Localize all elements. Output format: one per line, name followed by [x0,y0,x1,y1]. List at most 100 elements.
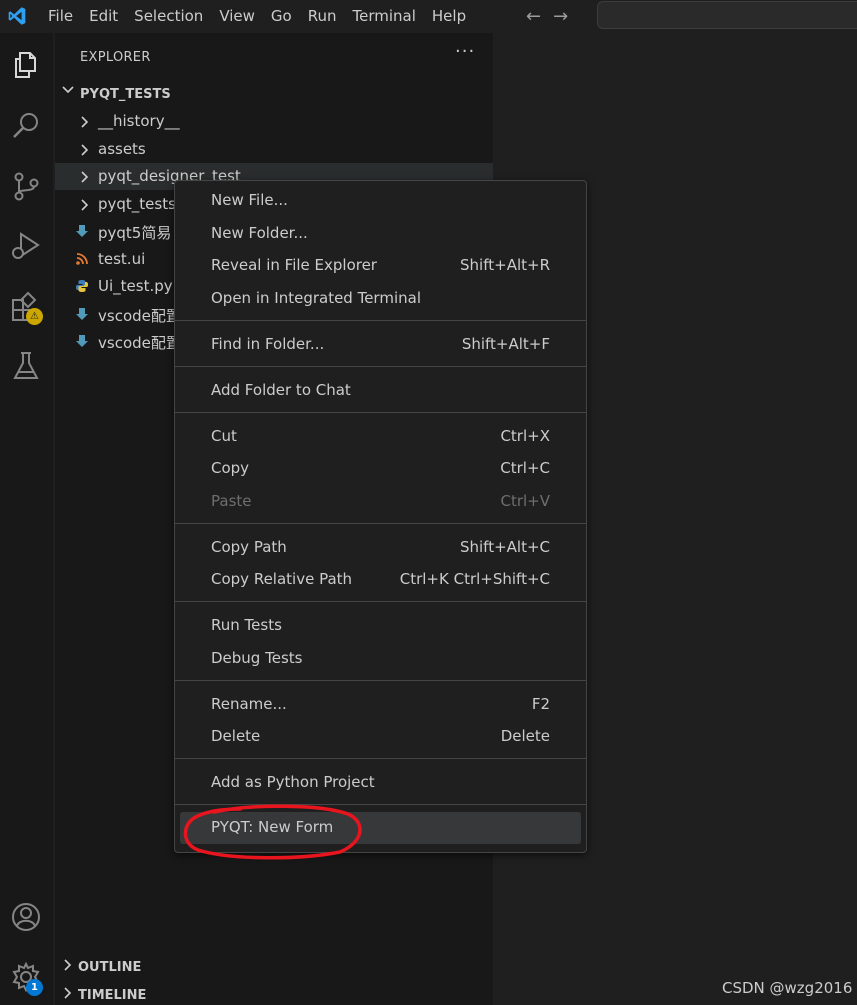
menu-item-new-folder[interactable]: New Folder... [175,219,586,249]
tree-item-label: test.ui [98,250,146,268]
source-control-icon[interactable] [9,169,43,203]
extensions-warning-badge: ⚠ [26,308,43,325]
menu-go[interactable]: Go [263,0,300,33]
markdown-download-icon [76,335,88,347]
tree-item-label: pyqt_tests [98,195,176,213]
menu-item-label: Debug Tests [211,649,303,667]
menu-item-shortcut: Ctrl+K Ctrl+Shift+C [399,570,550,588]
chevron-right-icon [81,199,89,211]
menu-item-reveal-in-explorer[interactable]: Reveal in File Explorer Shift+Alt+R [175,251,586,281]
forward-arrow-icon[interactable]: → [553,6,568,27]
explorer-title: EXPLORER [80,50,151,65]
menu-item-open-terminal[interactable]: Open in Integrated Terminal [175,284,586,314]
tree-item-history[interactable]: __history__ [55,108,493,135]
chevron-down-icon[interactable] [61,83,75,97]
menu-item-debug-tests[interactable]: Debug Tests [175,644,586,674]
timeline-title: TIMELINE [78,988,147,1003]
explorer-icon[interactable] [9,48,43,82]
watermark: CSDN @wzg2016 [722,979,853,997]
tree-item-label: __history__ [98,112,180,130]
python-file-icon [76,280,88,292]
menu-item-label: Paste [211,492,252,510]
menu-run[interactable]: Run [300,0,345,33]
tree-item-assets[interactable]: assets [55,136,493,163]
manage-update-badge: 1 [26,979,43,996]
menu-item-paste: Paste Ctrl+V [175,487,586,517]
menu-item-shortcut: Ctrl+C [500,459,550,477]
menu-item-label: Delete [211,727,261,745]
menu-item-label: Copy [211,459,250,477]
chevron-right-icon [81,116,89,128]
menu-item-shortcut: F2 [531,695,550,713]
vscode-logo-icon [8,7,26,25]
menu-item-label: Rename... [211,695,287,713]
menu-item-label: Copy Relative Path [211,570,353,588]
chevron-right-icon [64,987,72,999]
search-icon[interactable] [9,109,43,143]
workspace-folder-title[interactable]: PYQT_TESTS [80,87,171,102]
menu-separator [175,804,586,805]
menu-item-delete[interactable]: Delete Delete [175,722,586,752]
menu-edit[interactable]: Edit [81,0,126,33]
menu-view[interactable]: View [211,0,263,33]
menu-item-copy[interactable]: Copy Ctrl+C [175,454,586,484]
menu-item-find-in-folder[interactable]: Find in Folder... Shift+Alt+F [175,330,586,360]
menu-item-shortcut: Shift+Alt+C [459,538,550,556]
context-menu: New File... New Folder... Reveal in File… [174,180,587,853]
menu-item-label: Add as Python Project [211,773,375,791]
command-center-search[interactable] [597,1,857,29]
menu-item-shortcut: Shift+Alt+F [461,335,550,353]
menu-terminal[interactable]: Terminal [345,0,424,33]
menu-file[interactable]: File [40,0,81,33]
menu-item-label: New Folder... [211,224,308,242]
menu-separator [175,601,586,602]
menu-separator [175,412,586,413]
tree-item-label: pyqt5简易 [98,224,172,242]
outline-section[interactable]: OUTLINE [63,959,141,975]
menu-help[interactable]: Help [424,0,474,33]
tree-item-label: vscode配置 [98,307,181,325]
menu-item-label: PYQT: New Form [211,818,334,836]
run-debug-icon[interactable] [9,229,43,263]
markdown-download-icon [76,308,88,320]
menu-item-label: Find in Folder... [211,335,325,353]
chevron-right-icon [81,171,89,183]
menu-item-add-python-project[interactable]: Add as Python Project [175,768,586,798]
menu-item-shortcut: Ctrl+V [500,492,550,510]
menu-selection[interactable]: Selection [126,0,211,33]
chevron-right-icon [64,959,72,971]
menu-item-label: Open in Integrated Terminal [211,289,421,307]
menu-item-pyqt-new-form[interactable]: PYQT: New Form [180,812,581,844]
menu-item-new-file[interactable]: New File... [175,186,586,216]
menu-item-rename[interactable]: Rename... F2 [175,690,586,720]
tree-item-label: assets [98,140,146,158]
timeline-section[interactable]: TIMELINE [63,987,146,1003]
menu-item-shortcut: Ctrl+X [500,427,550,445]
markdown-download-icon [76,225,88,237]
back-arrow-icon[interactable]: ← [526,6,541,27]
menu-separator [175,680,586,681]
rss-file-icon [76,253,88,265]
tree-item-label: vscode配置 [98,334,181,352]
more-actions-icon[interactable]: ··· [455,41,475,62]
tree-item-label: Ui_test.py [98,277,173,295]
menu-separator [175,320,586,321]
menu-item-label: Cut [211,427,237,445]
menu-item-label: Run Tests [211,616,282,634]
menu-item-label: Add Folder to Chat [211,381,351,399]
menu-item-cut[interactable]: Cut Ctrl+X [175,422,586,452]
accounts-icon[interactable] [9,900,43,934]
menu-item-shortcut: Shift+Alt+R [460,256,550,274]
menu-item-label: New File... [211,191,288,209]
menu-item-label: Reveal in File Explorer [211,256,377,274]
menu-separator [175,366,586,367]
menu-item-add-folder-to-chat[interactable]: Add Folder to Chat [175,376,586,406]
menu-separator [175,523,586,524]
menu-item-run-tests[interactable]: Run Tests [175,611,586,641]
menu-separator [175,758,586,759]
testing-icon[interactable] [9,349,43,383]
outline-title: OUTLINE [78,960,142,975]
menu-item-copy-path[interactable]: Copy Path Shift+Alt+C [175,533,586,563]
chevron-right-icon [81,144,89,156]
menu-item-copy-relative-path[interactable]: Copy Relative Path Ctrl+K Ctrl+Shift+C [175,565,586,595]
